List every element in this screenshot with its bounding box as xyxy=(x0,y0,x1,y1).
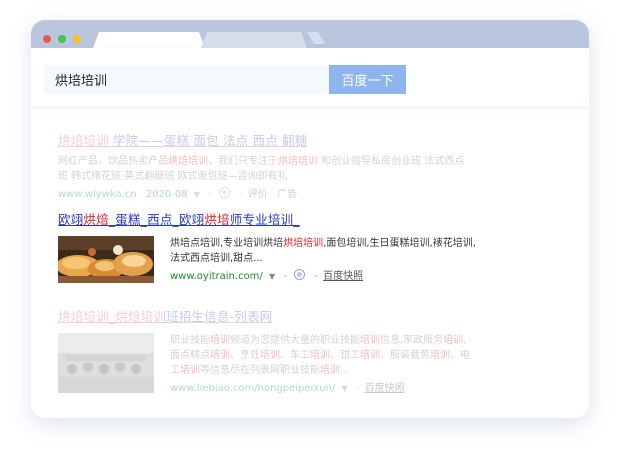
chevron-down-icon[interactable]: ▼ xyxy=(341,384,347,393)
maximize-window-button[interactable] xyxy=(58,35,66,43)
result-description: 网红产品，饮品热卖产品烘焙培训，我们只专注于烘焙培训 和创业指导私房创业班 法式… xyxy=(58,156,465,182)
tab-inactive[interactable] xyxy=(201,32,307,48)
chevron-down-icon[interactable]: ▼ xyxy=(194,190,200,199)
result-description: 职业技能培训频道为您提供大量的职业技能培训信息,家政服务培训, 面点糕点培训、烹… xyxy=(170,335,470,376)
result-thumbnail[interactable] xyxy=(58,333,154,393)
new-tab-button[interactable] xyxy=(307,32,325,44)
search-results: 烘焙培训 学院——蛋糕 面包 法点 西点 翻糖 网红产品，饮品热卖产品烘焙培训，… xyxy=(31,106,589,418)
shield-icon xyxy=(218,187,230,198)
chevron-down-icon[interactable]: ▼ xyxy=(269,272,275,281)
result-meta: www.liebiao.com/hongpeipeixun/ ▼ - 百度快照 xyxy=(170,383,405,394)
shield-icon xyxy=(294,269,306,280)
review-link[interactable]: 评价 xyxy=(248,189,268,200)
result-title-link[interactable]: 欧翊烘焙_蛋糕_西点_欧翊烘培师专业培训_ xyxy=(58,209,563,228)
ad-badge: 广告 xyxy=(277,189,298,200)
title-bar xyxy=(31,20,589,48)
result-title-link[interactable]: 烘焙培训_烘焙培训班招生信息-列表网 xyxy=(58,306,563,325)
result-meta: www.oyitrain.com/ ▼ - - 百度快照 xyxy=(170,269,364,282)
result-url[interactable]: www.liebiao.com/hongpeipeixun/ xyxy=(170,383,335,394)
cache-link[interactable]: 百度快照 xyxy=(365,383,405,394)
result-thumbnail[interactable] xyxy=(58,236,154,283)
search-bar: 百度一下 xyxy=(31,48,589,106)
result-item: 烘焙培训_烘焙培训班招生信息-列表网 职业技能培训频道为您提供大量的职业技能培训… xyxy=(58,306,563,395)
result-item: 烘焙培训 学院——蛋糕 面包 法点 西点 翻糖 网红产品，饮品热卖产品烘焙培训，… xyxy=(58,130,563,200)
browser-window: 百度一下 烘焙培训 学院——蛋糕 面包 法点 西点 翻糖 网红产品，饮品热卖产品… xyxy=(31,20,589,418)
result-meta: www.wlywka.cn 2020-08 ▼ - - 评价 广告 xyxy=(58,187,298,200)
minimize-window-button[interactable] xyxy=(73,35,81,43)
search-input[interactable] xyxy=(44,65,329,94)
tab-active[interactable] xyxy=(93,32,205,48)
result-url[interactable]: www.oyitrain.com/ xyxy=(170,271,263,282)
close-window-button[interactable] xyxy=(43,35,51,43)
result-title-link[interactable]: 烘焙培训 学院——蛋糕 面包 法点 西点 翻糖 xyxy=(58,130,563,149)
result-item: 欧翊烘焙_蛋糕_西点_欧翊烘培师专业培训_ 烘培点培训,专业培训烘培烘培培训,面… xyxy=(58,209,563,286)
result-url[interactable]: www.wlywka.cn xyxy=(58,189,137,200)
result-description: 烘培点培训,专业培训烘培烘培培训,面包培训,生日蛋糕培训,裱花培训, 法式西点培… xyxy=(170,238,476,264)
cache-link[interactable]: 百度快照 xyxy=(323,271,363,282)
search-button[interactable]: 百度一下 xyxy=(329,65,406,94)
